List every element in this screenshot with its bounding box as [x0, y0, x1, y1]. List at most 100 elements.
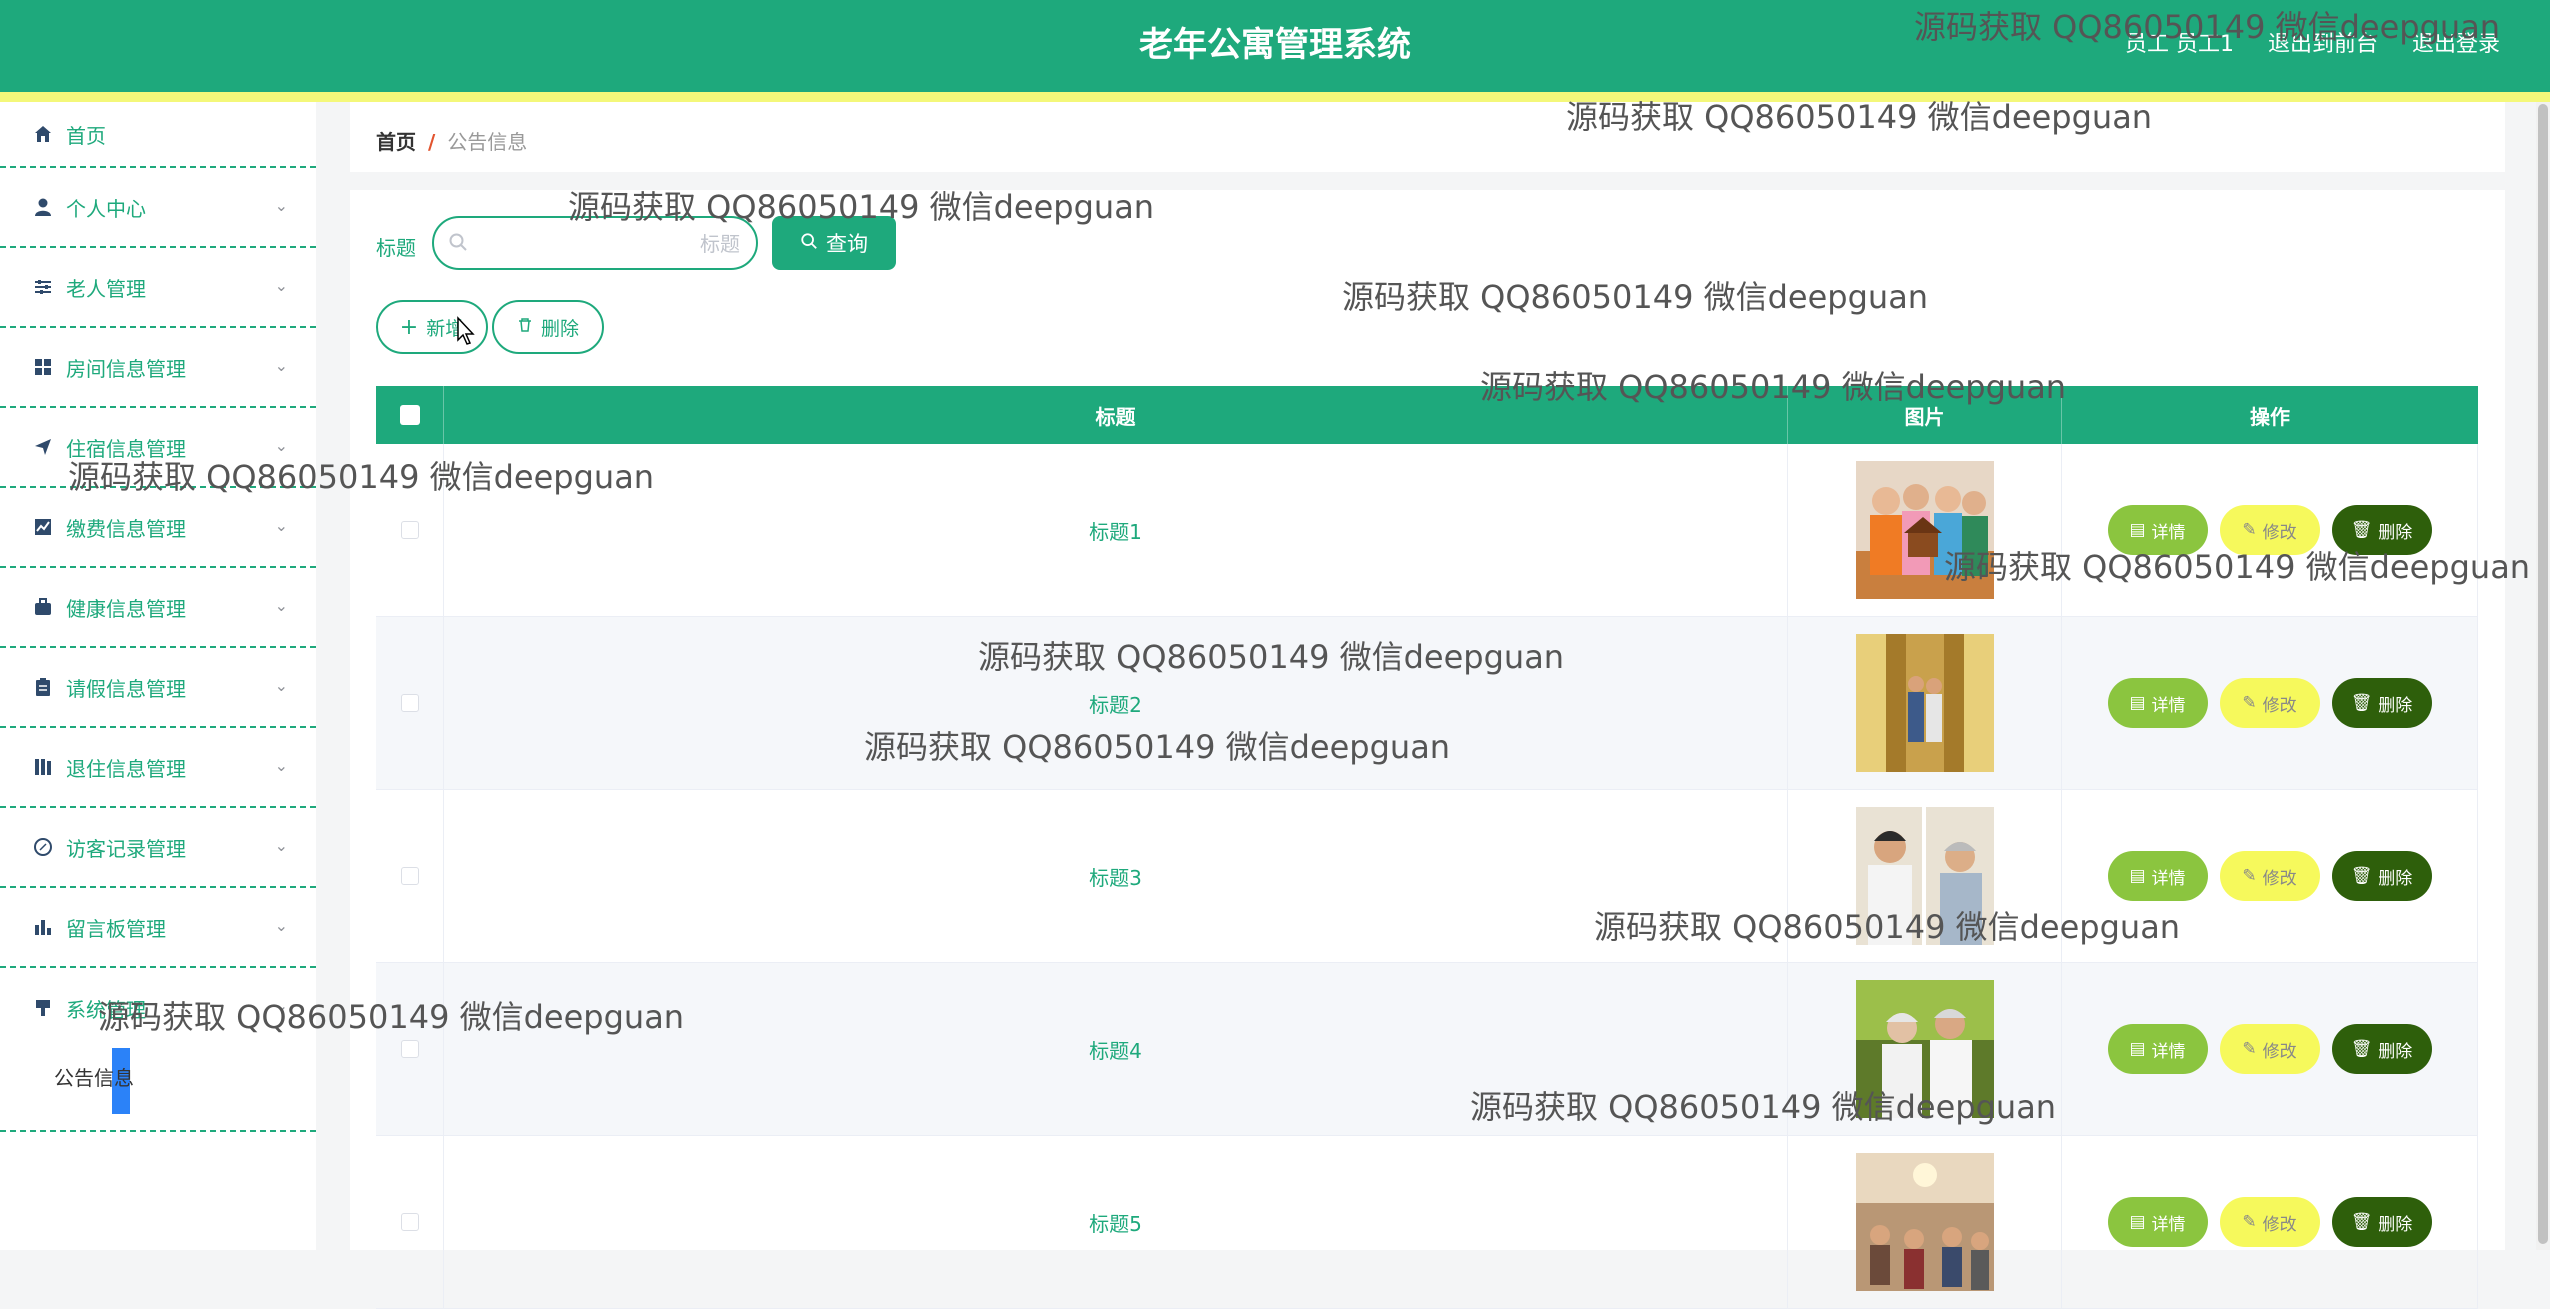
edit-label: 修改	[2262, 1041, 2297, 1062]
sidebar-item-payment-info[interactable]: 缴费信息管理 ⌄	[0, 488, 316, 568]
chevron-down-icon: ⌄	[274, 196, 288, 215]
trash-icon	[517, 316, 533, 338]
edit-button[interactable]: ✎ 修改	[2219, 678, 2320, 728]
row-image	[1855, 980, 1994, 1118]
home-icon	[32, 123, 54, 145]
table-row: 标题3 ▤ 详情 ✎ 修改 🗑 删除	[376, 790, 2478, 963]
chevron-down-icon: ⌄	[274, 756, 288, 775]
delete-label: 删除	[2378, 1041, 2413, 1062]
query-button[interactable]: 查询	[772, 216, 896, 270]
delete-button[interactable]: 🗑 删除	[2331, 1024, 2432, 1074]
chevron-down-icon: ⌄	[274, 356, 288, 375]
row-image	[1855, 461, 1994, 599]
row-checkbox[interactable]	[400, 521, 419, 539]
sidebar-item-label: 缴费信息管理	[66, 516, 186, 541]
delete-label: 删除	[2378, 868, 2413, 889]
delete-button[interactable]: 🗑 删除	[2331, 678, 2432, 728]
top-links: 员工 员工1 退出到前台 退出登录	[2125, 26, 2500, 58]
sidebar-item-personal-center[interactable]: 个人中心 ⌄	[0, 168, 316, 248]
sidebar-item-label: 住宿信息管理	[66, 436, 186, 461]
top-accent-line	[0, 92, 2550, 102]
trash-icon: 🗑	[2350, 1212, 2373, 1232]
edit-button[interactable]: ✎ 修改	[2219, 851, 2320, 901]
sliders-icon	[32, 276, 54, 298]
breadcrumb-current: 公告信息	[447, 130, 528, 154]
delete-button[interactable]: 🗑 删除	[2331, 505, 2432, 555]
compass-icon	[32, 836, 54, 858]
sidebar-item-leave-info[interactable]: 请假信息管理 ⌄	[0, 648, 316, 728]
breadcrumb-separator: /	[428, 130, 436, 154]
document-icon: ▤	[2129, 1212, 2146, 1232]
trash-icon: 🗑	[2350, 1039, 2373, 1059]
row-title: 标题4	[1089, 1038, 1142, 1063]
logout-link[interactable]: 退出登录	[2412, 26, 2500, 58]
edit-button[interactable]: ✎ 修改	[2219, 1024, 2320, 1074]
sidebar-item-visitor-records[interactable]: 访客记录管理 ⌄	[0, 808, 316, 888]
chevron-down-icon: ⌄	[274, 516, 288, 535]
document-icon: ▤	[2129, 693, 2146, 713]
sidebar-item-label: 系统管理	[66, 997, 146, 1022]
clipboard-icon	[32, 676, 54, 698]
books-icon	[32, 756, 54, 778]
row-checkbox[interactable]	[400, 694, 419, 712]
row-image	[1855, 1153, 1994, 1291]
brush-icon	[32, 997, 54, 1019]
sidebar-item-home[interactable]: 首页	[0, 102, 316, 168]
document-icon: ▤	[2129, 866, 2146, 886]
breadcrumb-home[interactable]: 首页	[376, 130, 416, 154]
table-row: 标题5 ▤ 详情 ✎ 修改 🗑 删除	[376, 1136, 2478, 1309]
delete-label: 删除	[2378, 695, 2413, 716]
sidebar-item-checkout-info[interactable]: 退住信息管理 ⌄	[0, 728, 316, 808]
detail-label: 详情	[2151, 1214, 2186, 1235]
scrollbar-thumb[interactable]	[2538, 104, 2548, 1244]
search-field[interactable]	[432, 216, 758, 270]
detail-label: 详情	[2151, 695, 2186, 716]
chevron-down-icon: ⌄	[274, 916, 288, 935]
detail-button[interactable]: ▤ 详情	[2107, 678, 2208, 728]
column-header-actions: 操作	[2250, 404, 2290, 429]
breadcrumb-card: 首页 / 公告信息	[350, 102, 2505, 172]
sidebar-item-label: 房间信息管理	[66, 356, 186, 381]
edit-button[interactable]: ✎ 修改	[2219, 1197, 2320, 1247]
sidebar-item-room-info[interactable]: 房间信息管理 ⌄	[0, 328, 316, 408]
sidebar-item-label: 首页	[66, 123, 106, 148]
sidebar-subitem-announcement[interactable]: 公告信息	[0, 1048, 316, 1132]
sidebar-item-system-management[interactable]: 系统管理 ⌄	[0, 968, 316, 1048]
delete-button[interactable]: 🗑 删除	[2331, 851, 2432, 901]
batch-delete-button[interactable]: 删除	[492, 300, 604, 354]
select-all-cell	[376, 386, 444, 444]
sidebar-item-label: 访客记录管理	[66, 836, 186, 861]
search-icon	[448, 232, 468, 256]
table-header: 标题 图片 操作	[376, 386, 2478, 444]
detail-button[interactable]: ▤ 详情	[2107, 851, 2208, 901]
exit-to-front-link[interactable]: 退出到前台	[2268, 26, 2378, 58]
user-label[interactable]: 员工 员工1	[2125, 26, 2234, 58]
row-checkbox[interactable]	[400, 867, 419, 885]
user-icon	[32, 196, 54, 218]
detail-button[interactable]: ▤ 详情	[2107, 1024, 2208, 1074]
edit-button[interactable]: ✎ 修改	[2219, 505, 2320, 555]
detail-label: 详情	[2151, 1041, 2186, 1062]
sidebar-item-lodging-info[interactable]: 住宿信息管理 ⌄	[0, 408, 316, 488]
sidebar-item-message-board[interactable]: 留言板管理 ⌄	[0, 888, 316, 968]
chevron-down-icon: ⌄	[274, 676, 288, 695]
pencil-icon: ✎	[2242, 866, 2257, 886]
delete-label: 删除	[2378, 1214, 2413, 1235]
sidebar-item-label: 退住信息管理	[66, 756, 186, 781]
detail-button[interactable]: ▤ 详情	[2107, 1197, 2208, 1247]
announcement-table: 标题 图片 操作 标题1 ▤ 详情 ✎ 修改 🗑 删除 标题2 ▤ 详情 ✎ 修…	[376, 386, 2478, 1309]
row-title: 标题5	[1089, 1211, 1142, 1236]
select-all-checkbox[interactable]	[399, 405, 420, 425]
sidebar-item-health-info[interactable]: 健康信息管理 ⌄	[0, 568, 316, 648]
row-checkbox[interactable]	[400, 1040, 419, 1058]
search-input[interactable]	[476, 230, 740, 258]
delete-button[interactable]: 🗑 删除	[2331, 1197, 2432, 1247]
pencil-icon: ✎	[2242, 1039, 2257, 1059]
chevron-down-icon: ⌄	[274, 596, 288, 615]
row-checkbox[interactable]	[400, 1213, 419, 1231]
sidebar-item-elder-management[interactable]: 老人管理 ⌄	[0, 248, 316, 328]
detail-button[interactable]: ▤ 详情	[2107, 505, 2208, 555]
chevron-down-icon: ⌄	[274, 836, 288, 855]
pencil-icon: ✎	[2242, 1212, 2257, 1232]
detail-label: 详情	[2151, 522, 2186, 543]
